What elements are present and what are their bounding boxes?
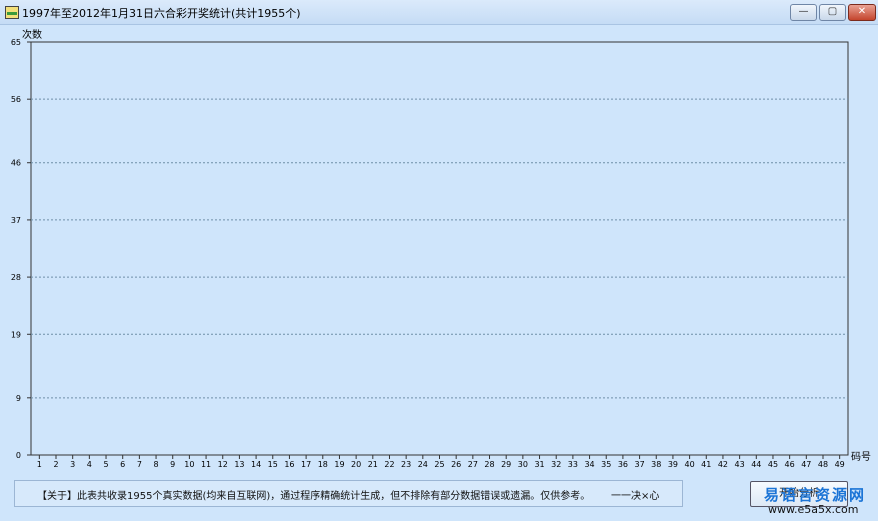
x-tick-labels: 1 2 3 4 5 6 7 8 9 10 11 12 13 14 15 16 17 18 19 20 21 22 23 24 2… [37,455,845,469]
x-tick-label: 38 [651,460,661,469]
x-tick-label: 2 [53,460,58,469]
y-tick-label: 56 [11,95,21,104]
x-tick-label: 10 [184,460,194,469]
x-tick-label: 14 [251,460,261,469]
y-tick-label: 46 [11,159,21,168]
y-axis-label: 次数 [22,28,42,41]
minimize-button[interactable]: — [790,4,817,21]
x-tick-label: 42 [718,460,728,469]
window-title: 1997年至2012年1月31日六合彩开奖统计(共计1955个) [22,7,301,20]
x-axis-label: 码号 [851,451,871,463]
x-tick-label: 47 [801,460,811,469]
maximize-button[interactable]: ▢ [819,4,846,21]
x-tick-label: 5 [103,460,108,469]
x-tick-label: 36 [618,460,628,469]
x-tick-label: 43 [735,460,745,469]
x-tick-label: 32 [551,460,561,469]
x-tick-label: 49 [835,460,845,469]
x-tick-label: 31 [534,460,544,469]
x-tick-label: 1 [37,460,42,469]
x-tick-label: 22 [384,460,394,469]
y-tick-label: 28 [11,273,21,282]
x-tick-label: 15 [268,460,278,469]
x-tick-label: 13 [234,460,244,469]
y-tick-label: 65 [11,38,21,47]
x-tick-label: 28 [484,460,494,469]
x-tick-label: 27 [468,460,478,469]
x-tick-label: 3 [70,460,75,469]
x-tick-label: 41 [701,460,711,469]
x-tick-label: 45 [768,460,778,469]
about-text: 【关于】此表共收录1955个真实数据(均来自互联网)，通过程序精确统计生成，但不… [37,491,591,502]
author-signature: 一一决×心 [611,491,660,502]
about-box: 【关于】此表共收录1955个真实数据(均来自互联网)，通过程序精确统计生成，但不… [14,480,683,507]
x-tick-label: 46 [785,460,795,469]
x-tick-label: 29 [501,460,511,469]
close-button[interactable]: ✕ [848,4,876,21]
x-tick-label: 40 [685,460,695,469]
x-tick-label: 4 [87,460,92,469]
y-tick-label: 19 [11,330,21,339]
plot-area [30,41,849,456]
y-tick-label: 0 [16,451,21,460]
x-tick-label: 25 [434,460,444,469]
x-tick-label: 21 [368,460,378,469]
x-tick-label: 39 [668,460,678,469]
app-icon [5,6,19,19]
watermark-title: 易语言资源网 [764,486,867,504]
y-tick-label: 9 [16,394,21,403]
x-tick-label: 20 [351,460,361,469]
x-tick-label: 34 [584,460,594,469]
x-tick-label: 23 [401,460,411,469]
x-tick-label: 6 [120,460,125,469]
x-tick-label: 48 [818,460,828,469]
x-tick-label: 37 [634,460,644,469]
x-tick-label: 19 [334,460,344,469]
y-tick-label: 37 [11,216,21,225]
x-tick-label: 12 [218,460,228,469]
x-tick-label: 8 [154,460,159,469]
x-tick-label: 7 [137,460,142,469]
x-tick-label: 11 [201,460,211,469]
x-tick-label: 44 [751,460,761,469]
x-tick-label: 26 [451,460,461,469]
x-tick-label: 33 [568,460,578,469]
frequency-chart: 09192837465665 1 2 3 4 5 6 7 8 9 10 11 12 13 14 15 16 17… [11,28,871,469]
title-bar: 1997年至2012年1月31日六合彩开奖统计(共计1955个) — ▢ ✕ [0,0,878,25]
y-tick-labels: 0 9 19 28 37 46 56 65 [11,38,31,460]
x-tick-label: 16 [284,460,294,469]
x-tick-label: 35 [601,460,611,469]
x-tick-label: 18 [318,460,328,469]
x-tick-label: 9 [170,460,175,469]
x-tick-label: 17 [301,460,311,469]
watermark-url: www.e5a5x.com [768,503,859,516]
x-tick-label: 24 [418,460,428,469]
x-tick-label: 30 [518,460,528,469]
